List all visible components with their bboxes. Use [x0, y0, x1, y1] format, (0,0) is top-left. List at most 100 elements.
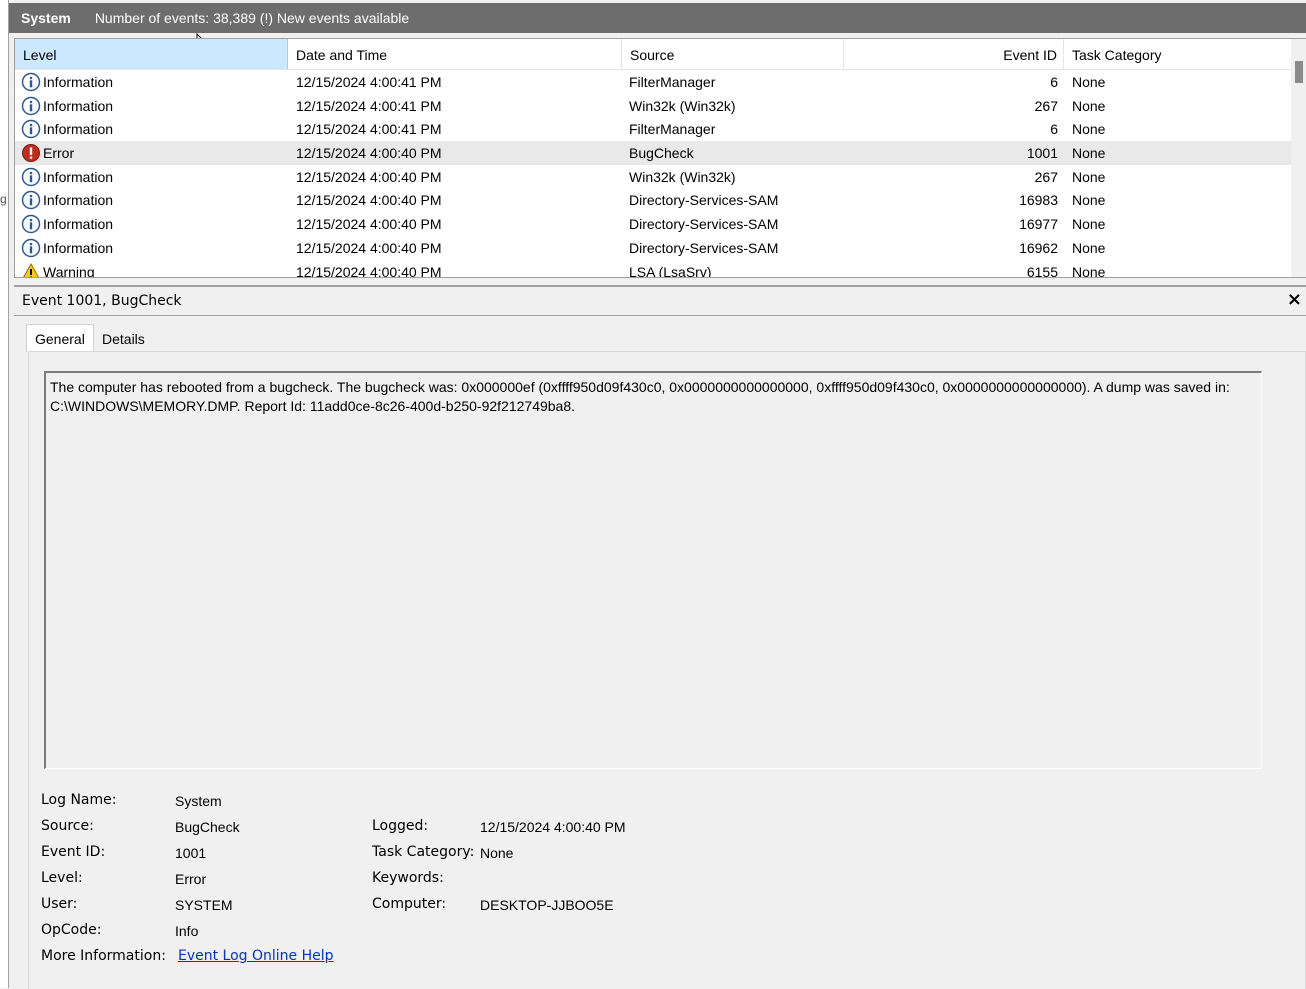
- label-log-name: Log Name:: [41, 792, 117, 808]
- cell-event-id: 267: [1034, 97, 1058, 114]
- cell-event-id: 16983: [1019, 192, 1058, 209]
- value-event-id[interactable]: 1001: [175, 845, 206, 861]
- tab-details[interactable]: Details: [94, 327, 152, 352]
- log-header-bar: System Number of events: 38,389 (!) New …: [9, 3, 1306, 33]
- cell-event-id: 6155: [1026, 263, 1058, 278]
- cell-source: Directory-Services-SAM: [629, 239, 779, 256]
- cell-date: 12/15/2024 4:00:40 PM: [296, 168, 442, 185]
- cell-event-id: 1001: [1026, 145, 1058, 162]
- info-icon: [21, 214, 41, 234]
- cell-event-id: 16962: [1019, 239, 1058, 256]
- event-rows: Information 12/15/2024 4:00:41 PM FilterMa…: [15, 70, 1291, 278]
- label-event-id: Event ID:: [41, 844, 106, 860]
- cell-task-category: None: [1072, 168, 1106, 185]
- value-computer[interactable]: DESKTOP-JJBOO5E: [480, 897, 614, 913]
- cell-source: Directory-Services-SAM: [629, 192, 779, 209]
- table-row[interactable]: Information 12/15/2024 4:00:40 PM Director…: [15, 188, 1291, 212]
- column-header-date[interactable]: Date and Time: [288, 39, 622, 69]
- event-detail-title: Event 1001, BugCheck: [22, 293, 182, 309]
- event-log-online-help-link[interactable]: Event Log Online Help: [178, 948, 334, 964]
- scrollbar-thumb[interactable]: [1295, 61, 1303, 83]
- table-row[interactable]: Information 12/15/2024 4:00:40 PM Director…: [15, 236, 1291, 260]
- value-opcode[interactable]: Info: [175, 923, 198, 939]
- cell-date: 12/15/2024 4:00:40 PM: [296, 192, 442, 209]
- cell-task-category: None: [1072, 216, 1106, 233]
- cell-source: FilterManager: [629, 121, 716, 138]
- label-user: User:: [41, 896, 78, 912]
- event-detail-title-bar: Event 1001, BugCheck ×: [14, 285, 1306, 316]
- cell-task-category: None: [1072, 239, 1106, 256]
- column-header-row: Level Date and Time Source Event ID Task…: [15, 39, 1291, 70]
- label-level: Level:: [41, 870, 83, 886]
- cell-task-category: None: [1072, 97, 1106, 114]
- cell-level: Information: [43, 121, 114, 138]
- log-title: System: [21, 10, 71, 26]
- label-keywords: Keywords:: [372, 870, 444, 886]
- cell-task-category: None: [1072, 145, 1106, 162]
- left-pane-edge: g: [0, 0, 9, 988]
- column-header-source[interactable]: Source: [622, 39, 844, 69]
- column-header-event-id[interactable]: Event ID: [844, 39, 1064, 69]
- cell-level: Information: [43, 192, 114, 209]
- value-user[interactable]: SYSTEM: [175, 897, 233, 913]
- event-list-scrollbar[interactable]: [1291, 39, 1306, 277]
- cell-level: Information: [43, 216, 114, 233]
- cell-source: BugCheck: [629, 145, 694, 162]
- cell-event-id: 16977: [1019, 216, 1058, 233]
- event-list[interactable]: Level Date and Time Source Event ID Task…: [14, 38, 1306, 278]
- cell-date: 12/15/2024 4:00:41 PM: [296, 121, 442, 138]
- cell-date: 12/15/2024 4:00:41 PM: [296, 74, 442, 90]
- label-computer: Computer:: [372, 896, 447, 912]
- table-row[interactable]: Information 12/15/2024 4:00:41 PM FilterMa…: [15, 70, 1291, 94]
- label-opcode: OpCode:: [41, 922, 102, 938]
- info-icon: [21, 72, 41, 92]
- cell-source: Win32k (Win32k): [629, 97, 736, 114]
- info-icon: [21, 190, 41, 210]
- value-level[interactable]: Error: [175, 871, 206, 887]
- column-header-level[interactable]: Level: [15, 39, 288, 69]
- value-logged[interactable]: 12/15/2024 4:00:40 PM: [480, 819, 626, 835]
- label-more-information: More Information:: [41, 948, 166, 964]
- cell-source: Win32k (Win32k): [629, 168, 736, 185]
- info-icon: [21, 167, 41, 187]
- cell-level: Warning: [43, 263, 95, 278]
- cell-event-id: 267: [1034, 168, 1058, 185]
- value-source[interactable]: BugCheck: [175, 819, 240, 835]
- table-row[interactable]: Warning 12/15/2024 4:00:40 PM LSA (LsaSrv)…: [15, 260, 1291, 278]
- cell-event-id: 6: [1050, 74, 1058, 90]
- cell-level: Information: [43, 97, 114, 114]
- cell-event-id: 6: [1050, 121, 1058, 138]
- cell-source: FilterManager: [629, 74, 716, 90]
- cell-source: Directory-Services-SAM: [629, 216, 779, 233]
- cell-date: 12/15/2024 4:00:40 PM: [296, 239, 442, 256]
- table-row[interactable]: Information 12/15/2024 4:00:41 PM Win32k (…: [15, 94, 1291, 118]
- cell-date: 12/15/2024 4:00:40 PM: [296, 216, 442, 233]
- cell-level: Information: [43, 239, 114, 256]
- info-icon: [21, 238, 41, 258]
- cell-level: Information: [43, 168, 114, 185]
- label-task-category: Task Category:: [372, 844, 475, 860]
- value-task-category[interactable]: None: [480, 845, 513, 861]
- cell-task-category: None: [1072, 74, 1106, 90]
- event-message-text[interactable]: The computer has rebooted from a bugchec…: [44, 371, 1262, 769]
- label-logged: Logged:: [372, 818, 429, 834]
- table-row[interactable]: Information 12/15/2024 4:00:41 PM FilterMa…: [15, 117, 1291, 141]
- cell-task-category: None: [1072, 192, 1106, 209]
- cell-level: Information: [43, 74, 114, 90]
- table-row[interactable]: Information 12/15/2024 4:00:40 PM Director…: [15, 212, 1291, 236]
- tab-general[interactable]: General: [26, 324, 94, 352]
- cell-source: LSA (LsaSrv): [629, 263, 712, 278]
- value-log-name[interactable]: System: [175, 793, 222, 809]
- cell-date: 12/15/2024 4:00:40 PM: [296, 263, 442, 278]
- table-row[interactable]: Error 12/15/2024 4:00:40 PM BugCheck 1001 No…: [15, 141, 1291, 165]
- close-icon[interactable]: ×: [1287, 289, 1302, 310]
- info-icon: [21, 119, 41, 139]
- column-header-task-category[interactable]: Task Category: [1064, 39, 1291, 69]
- warning-icon: [21, 262, 41, 277]
- error-icon: [21, 143, 41, 163]
- left-pane-glyph: g: [0, 192, 7, 206]
- cell-task-category: None: [1072, 263, 1106, 278]
- table-row[interactable]: Information 12/15/2024 4:00:40 PM Win32k (…: [15, 165, 1291, 189]
- label-source: Source:: [41, 818, 94, 834]
- cell-date: 12/15/2024 4:00:41 PM: [296, 97, 442, 114]
